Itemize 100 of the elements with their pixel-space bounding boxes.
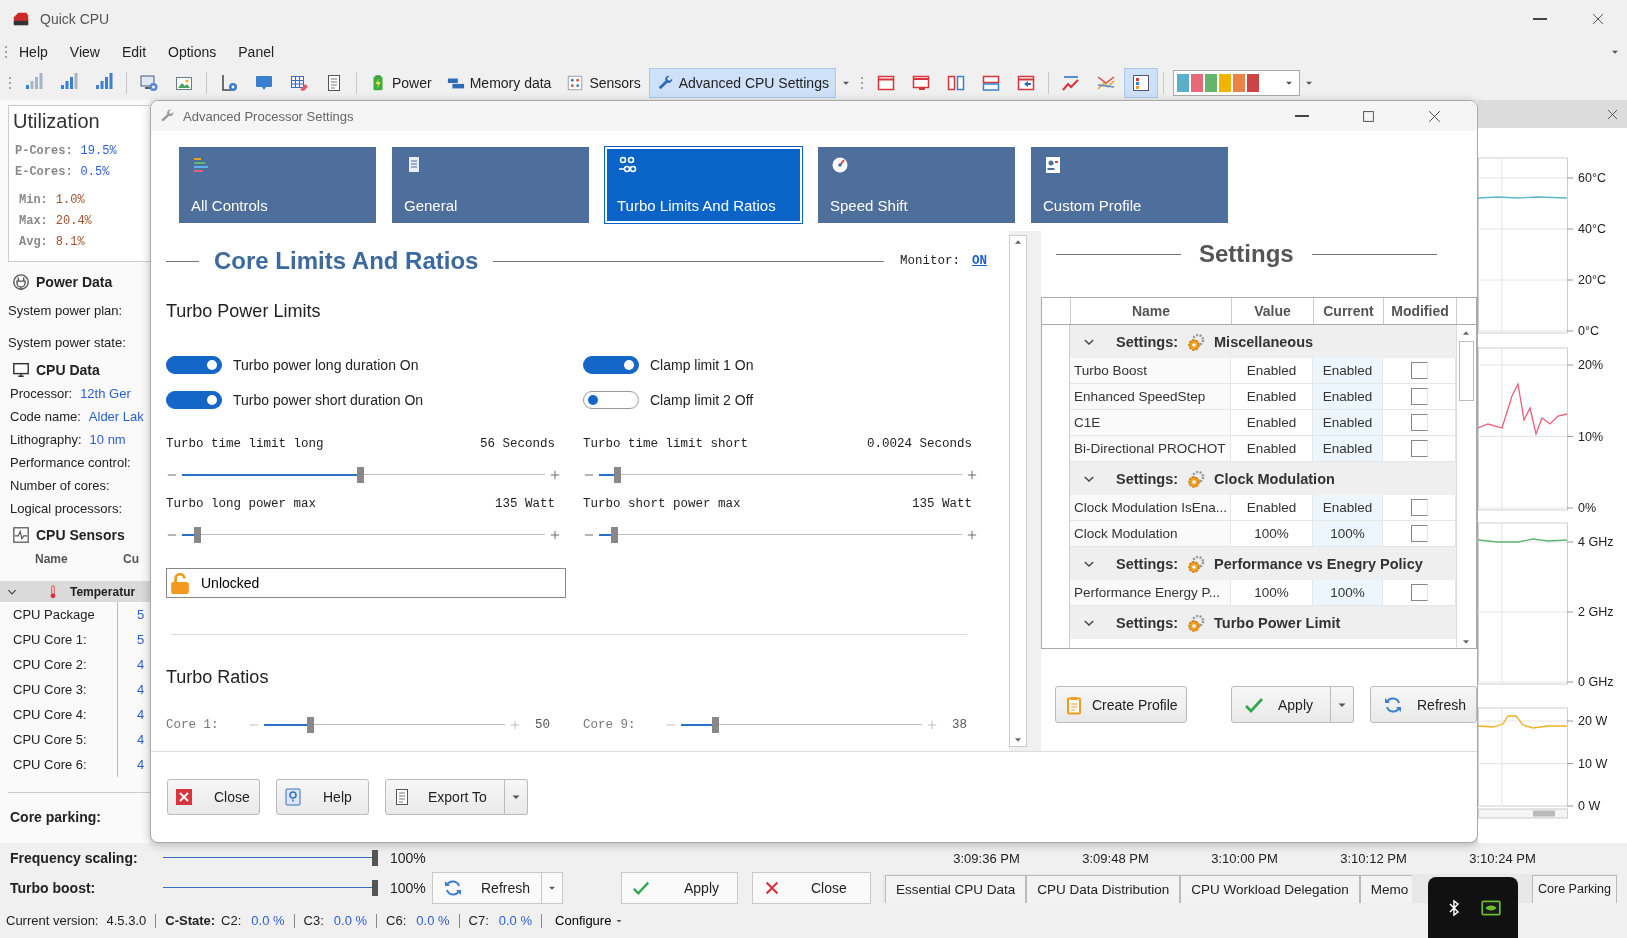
action-button[interactable]: Apply — [1231, 686, 1331, 723]
action-button[interactable]: Create Profile — [1055, 686, 1187, 723]
unlock-button[interactable]: Unlocked — [166, 568, 566, 598]
slider-thumb[interactable] — [711, 717, 719, 733]
nav-tile[interactable]: Speed Shift — [818, 147, 1015, 223]
scrollbar-thumb[interactable] — [1458, 341, 1474, 401]
plus-icon[interactable] — [966, 529, 978, 541]
nav-tile[interactable]: General — [392, 147, 589, 223]
plus-icon[interactable] — [966, 469, 978, 481]
close-icon — [1426, 108, 1442, 124]
menu-item[interactable]: Help — [8, 39, 59, 65]
checkbox[interactable] — [1410, 499, 1428, 516]
checkbox[interactable] — [1410, 525, 1428, 542]
toolbar-grip[interactable] — [4, 45, 8, 59]
slider-thumb[interactable] — [356, 467, 364, 483]
tab[interactable]: Memo — [1359, 874, 1413, 903]
slider-thumb[interactable] — [614, 467, 622, 483]
checkbox[interactable] — [1410, 440, 1428, 457]
scrollbar[interactable] — [1009, 235, 1027, 747]
slider-thumb[interactable] — [372, 850, 378, 866]
slider[interactable] — [681, 715, 922, 735]
checkbox[interactable] — [1410, 388, 1428, 405]
group-row[interactable]: Settings: Miscellaneous — [1070, 325, 1456, 358]
tab[interactable]: CPU Data Distribution — [1026, 874, 1181, 903]
action-button[interactable]: Refresh — [432, 872, 542, 904]
toolbar-button[interactable]: Sensors — [559, 68, 648, 98]
stat-value: 8.1% — [55, 234, 85, 249]
plus-icon[interactable] — [549, 469, 561, 481]
table-cell: CPU Core 2: — [8, 652, 118, 677]
slider-thumb[interactable] — [193, 527, 201, 543]
toggle-switch[interactable] — [583, 390, 639, 409]
group-row[interactable]: Settings: Turbo Power Limit — [1070, 606, 1456, 639]
close-button[interactable] — [1606, 107, 1619, 121]
tab[interactable]: Core Parking — [1532, 874, 1617, 903]
slider-thumb[interactable] — [610, 527, 618, 543]
plus-icon[interactable] — [549, 529, 561, 541]
nav-tile[interactable]: All Controls — [179, 147, 376, 223]
group-label: Settings: — [1116, 614, 1179, 631]
toolbar-button[interactable]: Power — [362, 68, 439, 98]
axis-label: 0 GHz — [1578, 675, 1614, 689]
slider[interactable] — [264, 715, 505, 735]
monitor-link[interactable]: ON — [972, 254, 987, 268]
toolbar-button[interactable]: Advanced CPU Settings — [648, 68, 836, 98]
toolbar-grip[interactable] — [859, 76, 864, 90]
menu-item[interactable]: View — [58, 39, 111, 65]
table-cell: Performance Energy P... — [1070, 580, 1231, 605]
stat-label: E-Cores: — [15, 164, 73, 179]
dialog-button[interactable]: Help — [276, 779, 369, 815]
slider-thumb[interactable] — [372, 880, 378, 896]
slider[interactable] — [163, 878, 378, 898]
nav-tile[interactable]: Turbo Limits And Ratios — [605, 147, 802, 223]
gears-icon — [1186, 331, 1207, 352]
menu-item[interactable]: Panel — [227, 39, 286, 65]
action-button[interactable]: Refresh — [1370, 686, 1477, 723]
slider[interactable] — [599, 525, 962, 545]
group-title: Turbo Power Limits — [166, 301, 322, 321]
slider[interactable] — [182, 525, 545, 545]
monitor-label: Monitor: — [899, 254, 960, 268]
group-name: Performance vs Enegry Policy — [1214, 555, 1423, 572]
axis-label: 0% — [1578, 501, 1597, 515]
tab[interactable]: Essential CPU Data — [885, 874, 1027, 903]
dialog-button[interactable]: Close — [167, 779, 260, 815]
action-button[interactable]: Close — [752, 872, 871, 904]
slider[interactable] — [599, 465, 962, 485]
toolbar-button[interactable]: Memory data — [439, 68, 559, 98]
field-value: 10 nm — [89, 432, 126, 447]
toggle-switch[interactable] — [583, 355, 639, 374]
list-icon[interactable] — [1123, 68, 1158, 98]
scrollbar[interactable] — [1478, 808, 1568, 819]
help-icon — [283, 787, 303, 807]
checkbox[interactable] — [1410, 414, 1428, 431]
dialog-button[interactable]: Export To — [385, 779, 505, 815]
color-palette-dropdown[interactable] — [1172, 70, 1300, 96]
slider[interactable] — [163, 848, 378, 868]
nav-tile[interactable]: Custom Profile — [1031, 147, 1228, 223]
slider-value: 56 Seconds — [480, 437, 555, 451]
group-label: Settings: — [1116, 555, 1179, 572]
table-cell: CPU Core 6: — [8, 752, 118, 777]
group-row[interactable]: Settings: Clock Modulation — [1070, 462, 1456, 495]
dropdown-button[interactable] — [1331, 686, 1354, 723]
configure-menu[interactable]: Configure — [551, 913, 629, 928]
group-row[interactable]: Settings: Performance vs Enegry Policy — [1070, 547, 1456, 580]
checkbox[interactable] — [1410, 584, 1428, 601]
sensor-group-row[interactable]: Temperatur — [0, 581, 150, 602]
action-button[interactable]: Apply — [621, 872, 738, 904]
toolbar-grip[interactable] — [8, 76, 12, 90]
field-label: Lithography: — [10, 432, 82, 447]
field-label: Turbo boost: — [9, 880, 97, 896]
tab[interactable]: CPU Workload Delegation — [1180, 874, 1360, 903]
slider-thumb[interactable] — [306, 717, 314, 733]
toggle-switch[interactable] — [166, 355, 222, 374]
checkmark-icon — [632, 879, 650, 897]
menu-item[interactable]: Options — [157, 39, 228, 65]
scrollbar[interactable] — [1456, 325, 1475, 648]
dropdown-button[interactable] — [505, 779, 528, 815]
slider[interactable] — [182, 465, 545, 485]
checkbox[interactable] — [1410, 362, 1428, 379]
menu-item[interactable]: Edit — [110, 39, 157, 65]
toggle-switch[interactable] — [166, 390, 222, 409]
time-label: 3:10:12 PM — [1339, 850, 1408, 866]
